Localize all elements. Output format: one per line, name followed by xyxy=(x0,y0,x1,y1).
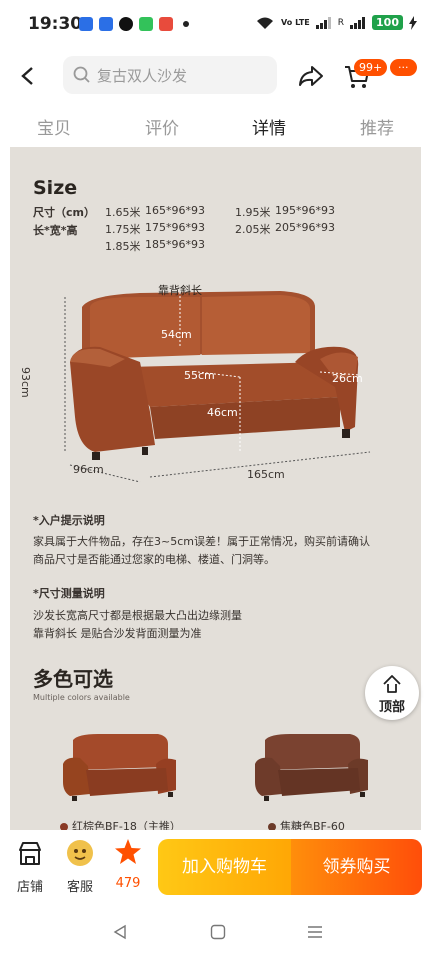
size-row-label-1: 尺寸（cm） xyxy=(33,206,95,219)
cart-count-badge: 99+ xyxy=(354,59,388,76)
measure-note-title: *尺寸测量说明 xyxy=(33,587,105,600)
delivery-note-line: 家具属于大件物品，存在3~5cm误差！属于正常情况，购买前请确认 xyxy=(33,535,370,548)
size-dims: 195*96*93 xyxy=(275,204,335,217)
size-width: 1.85米 xyxy=(105,240,141,253)
facebook-icon-2 xyxy=(99,17,113,31)
battery-level: 100 xyxy=(372,15,403,30)
dim-back: 54cm xyxy=(161,328,192,341)
system-nav-bar xyxy=(0,900,431,960)
color-swatch xyxy=(60,823,68,830)
arrow-up-icon xyxy=(383,675,401,693)
back-to-top-button[interactable]: 顶部 xyxy=(365,666,419,720)
coupon-buy-button[interactable]: 领券购买 xyxy=(291,839,422,895)
tab-reviews[interactable]: 评价 xyxy=(145,114,179,139)
menu-lines-icon[interactable] xyxy=(307,924,323,940)
share-icon[interactable] xyxy=(298,64,324,88)
size-width: 1.65米 xyxy=(105,206,141,219)
size-dims: 205*96*93 xyxy=(275,221,335,234)
favorite-button[interactable]: 479 xyxy=(108,838,148,891)
size-dims: 175*96*93 xyxy=(145,221,205,234)
multi-color-title: 多色可选 xyxy=(33,667,113,691)
detail-image-area: Size 尺寸（cm） 长*宽*高 1.65米 165*96*93 1.75米 … xyxy=(10,147,421,830)
dim-seat-height: 46cm xyxy=(207,406,238,419)
dim-depth: 96cm xyxy=(73,463,104,476)
home-square-icon[interactable] xyxy=(210,924,226,940)
size-width: 1.95米 xyxy=(235,206,271,219)
roaming-r: R xyxy=(337,17,345,28)
sofa-thumbnail-red-brown xyxy=(63,734,176,801)
size-dims: 185*96*93 xyxy=(145,238,205,251)
search-placeholder: 复古双人沙发 xyxy=(97,67,188,85)
color-label: 焦糖色BF-60 xyxy=(280,820,345,830)
service-label: 客服 xyxy=(66,880,93,895)
line-app-icon xyxy=(139,17,153,31)
sofa-thumbnail-caramel xyxy=(255,734,368,801)
store-icon xyxy=(19,842,41,865)
favorite-count: 479 xyxy=(115,876,141,891)
status-bar: 19:30 Vo LTE R 100 xyxy=(0,0,431,50)
back-to-top-label: 顶部 xyxy=(378,700,405,715)
tab-item[interactable]: 宝贝 xyxy=(37,114,71,139)
color-option-caramel: 焦糖色BF-60 xyxy=(268,818,345,830)
size-row-label-2: 长*宽*高 xyxy=(33,224,78,237)
delivery-note-line: 商品尺寸是否能通过您家的电梯、楼道、门洞等。 xyxy=(33,553,275,566)
wifi-icon xyxy=(257,17,274,29)
status-time: 19:30 xyxy=(28,14,83,34)
size-title: Size xyxy=(33,177,78,199)
more-icon[interactable]: ··· xyxy=(390,59,417,76)
color-swatch xyxy=(268,823,276,830)
back-triangle-icon[interactable] xyxy=(112,924,128,940)
star-icon xyxy=(115,839,141,864)
dim-length: 165cm xyxy=(247,468,285,481)
signal-icon-2 xyxy=(350,16,366,29)
facebook-icon xyxy=(79,17,93,31)
service-avatar-icon xyxy=(67,840,93,866)
signal-icon xyxy=(315,16,331,29)
charging-icon xyxy=(409,15,417,30)
size-width: 1.75米 xyxy=(105,223,141,236)
bottom-action-bar: 店铺 客服 479 加入购物车 领券购买 xyxy=(0,830,431,900)
store-button[interactable]: 店铺 xyxy=(10,838,50,895)
top-header: 复古双人沙发 99+ ··· xyxy=(0,50,431,104)
size-width: 2.05米 xyxy=(235,223,271,236)
status-right: Vo LTE R 100 xyxy=(255,15,417,30)
chat-bubble-icon xyxy=(119,17,133,31)
measure-note-line: 靠背斜长 是贴合沙发背面测量为准 xyxy=(33,627,202,640)
dim-back-slope: 靠背斜长 xyxy=(158,284,202,297)
color-option-red-brown: 红棕色BF-18（主推） xyxy=(60,818,181,830)
back-arrow-icon[interactable] xyxy=(20,66,36,86)
more-notifications-dot xyxy=(183,21,189,27)
app-notification-icon xyxy=(159,17,173,31)
search-icon xyxy=(73,66,90,83)
dim-arm: 26cm xyxy=(332,372,363,385)
store-label: 店铺 xyxy=(16,880,43,895)
add-to-cart-button[interactable]: 加入购物车 xyxy=(158,839,291,895)
size-dims: 165*96*93 xyxy=(145,204,205,217)
search-input[interactable]: 复古双人沙发 xyxy=(63,56,277,94)
dim-height: 93cm xyxy=(19,367,32,398)
delivery-note-title: *入户提示说明 xyxy=(33,514,105,527)
tab-recommend[interactable]: 推荐 xyxy=(360,114,394,139)
color-label: 红棕色BF-18（主推） xyxy=(72,820,181,830)
tab-details[interactable]: 详情 xyxy=(252,114,286,139)
tab-bar: 宝贝 评价 详情 推荐 xyxy=(0,104,431,148)
measure-note-line: 沙发长宽高尺寸都是根据最大凸出边缘测量 xyxy=(33,609,242,622)
dim-seat-depth: 55cm xyxy=(184,369,215,382)
volte-label: Vo LTE xyxy=(281,17,310,27)
multi-color-subtitle: Multiple colors available xyxy=(33,693,130,702)
customer-service-button[interactable]: 客服 xyxy=(60,838,100,895)
